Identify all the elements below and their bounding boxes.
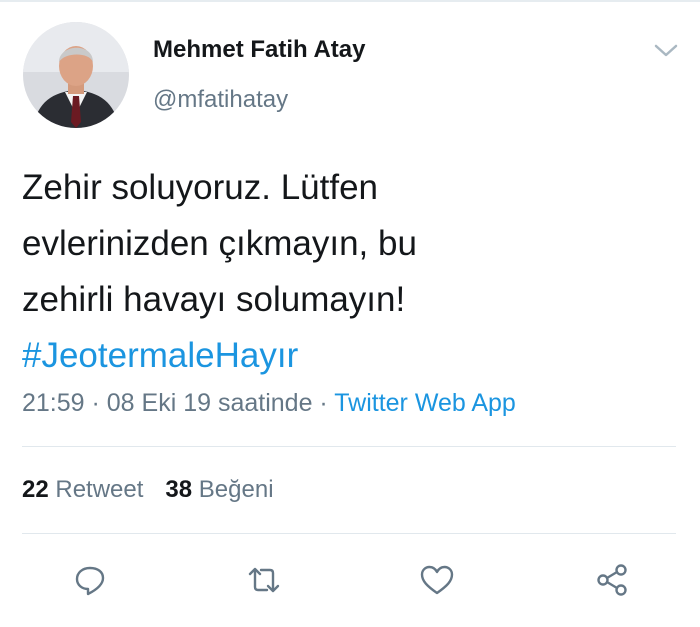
- tweet-text-line: Zehir soluyoruz. Lütfen: [22, 168, 379, 207]
- heart-icon: [420, 565, 454, 595]
- retweet-label: Retweet: [55, 476, 144, 503]
- like-button[interactable]: [417, 560, 457, 600]
- divider: [22, 446, 676, 447]
- timestamp[interactable]: 21:59 · 08 Eki 19 saatinde: [22, 389, 312, 417]
- author-name[interactable]: Mehmet Fatih Atay: [153, 36, 365, 64]
- like-label: Beğeni: [198, 476, 274, 503]
- profile-photo: [23, 22, 129, 128]
- retweet-count: 22: [22, 476, 49, 503]
- like-stat[interactable]: 38 Beğeni: [165, 476, 273, 503]
- top-border: [0, 0, 700, 2]
- share-button[interactable]: [592, 560, 632, 600]
- tweet-text-line: zehirli havayı solumayın!: [22, 280, 406, 319]
- retweet-stat[interactable]: 22 Retweet: [22, 476, 143, 503]
- avatar[interactable]: [23, 22, 129, 128]
- retweet-icon: [248, 567, 280, 593]
- tweet-text-line: evlerinizden çıkmayın, bu: [22, 224, 417, 263]
- tweet-stats: 22 Retweet 38 Beğeni: [22, 476, 274, 504]
- tweet-meta: 21:59 · 08 Eki 19 saatinde · Twitter Web…: [22, 389, 516, 418]
- author-handle[interactable]: @mfatihatay: [153, 86, 288, 114]
- divider: [22, 533, 676, 534]
- reply-icon: [75, 566, 105, 596]
- tweet-text: Zehir soluyoruz. Lütfen evlerinizden çık…: [22, 160, 662, 384]
- hashtag-link[interactable]: #JeotermaleHayır: [22, 328, 662, 384]
- source-link[interactable]: Twitter Web App: [334, 389, 516, 417]
- like-count: 38: [165, 476, 193, 503]
- meta-separator: ·: [312, 389, 335, 417]
- retweet-button[interactable]: [244, 560, 284, 600]
- share-icon: [597, 564, 627, 596]
- reply-button[interactable]: [70, 560, 110, 600]
- chevron-down-icon[interactable]: [652, 40, 680, 60]
